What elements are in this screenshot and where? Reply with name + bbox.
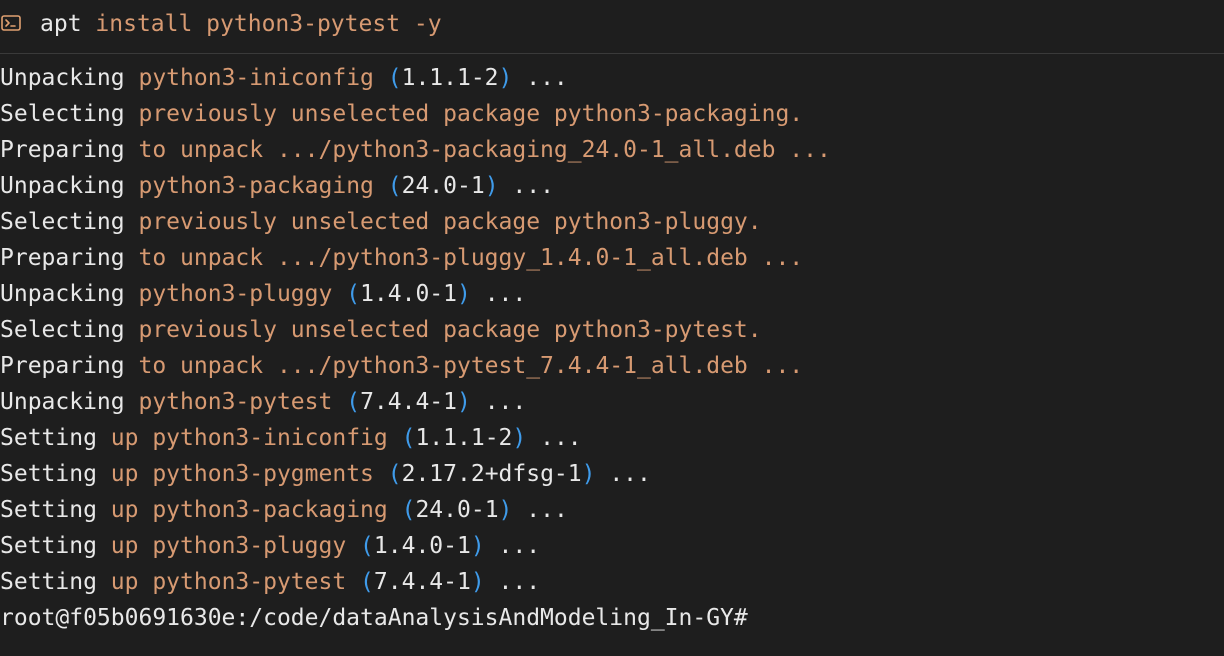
line-paren-close: ) (457, 281, 471, 307)
line-paren-close: ) (484, 173, 499, 199)
line-paren-open: ( (387, 461, 402, 487)
line-text: to unpack .../python3-pytest_7.4.4-1_all… (138, 353, 804, 379)
output-line: Selecting previously unselected package … (0, 96, 1224, 132)
line-tail: ... (512, 65, 568, 91)
output-line: Selecting previously unselected package … (0, 312, 1224, 348)
line-text: up python3-packaging (110, 497, 402, 523)
output-line: Preparing to unpack .../python3-packagin… (0, 132, 1224, 168)
line-paren-close: ) (581, 461, 596, 487)
line-text: python3-packaging (138, 173, 388, 199)
line-paren-close: ) (470, 569, 485, 595)
line-paren-open: ( (360, 569, 374, 595)
line-tail: ... (484, 533, 541, 559)
line-command: Setting (0, 569, 97, 595)
command-header: apt install python3-pytest -y (0, 0, 1224, 54)
output-line: Setting up python3-packaging (24.0-1) ..… (0, 492, 1224, 528)
line-version: 2.17.2+dfsg-1 (401, 461, 582, 487)
line-version: 1.4.0-1 (360, 281, 457, 307)
shell-prompt[interactable]: root@f05b0691630e:/code/dataAnalysisAndM… (0, 600, 1224, 636)
line-text: up python3-pygments (110, 461, 388, 487)
line-paren-close: ) (498, 65, 513, 91)
output-line: Unpacking python3-pytest (7.4.4-1) ... (0, 384, 1224, 420)
line-command: Preparing (0, 245, 125, 271)
line-command: Preparing (0, 137, 125, 163)
line-paren-close: ) (457, 389, 471, 415)
line-command: Selecting (0, 209, 125, 235)
line-command: Selecting (0, 101, 125, 127)
line-tail: ... (595, 461, 651, 487)
line-paren-open: ( (401, 425, 416, 451)
line-text: to unpack .../python3-pluggy_1.4.0-1_all… (138, 245, 804, 271)
line-paren-close: ) (512, 425, 527, 451)
line-text: up python3-pluggy (110, 533, 361, 559)
line-text: up python3-iniconfig (110, 425, 402, 451)
output-line: Preparing to unpack .../python3-pytest_7… (0, 348, 1224, 384)
line-text: python3-pluggy (138, 281, 347, 307)
terminal-output: Unpacking python3-iniconfig (1.1.1-2) ..… (0, 60, 1224, 636)
line-text: python3-pytest (138, 389, 347, 415)
line-command: Setting (0, 497, 97, 523)
output-line: Unpacking python3-iniconfig (1.1.1-2) ..… (0, 60, 1224, 96)
line-version: 24.0-1 (415, 497, 499, 523)
line-command: Setting (0, 461, 97, 487)
output-line: Selecting previously unselected package … (0, 204, 1224, 240)
line-command: Unpacking (0, 65, 125, 91)
line-tail: ... (526, 425, 582, 451)
line-tail: ... (470, 389, 527, 415)
output-line: Setting up python3-pytest (7.4.4-1) ... (0, 564, 1224, 600)
command-line: apt install python3-pytest -y (40, 8, 442, 40)
line-version: 1.4.0-1 (373, 533, 471, 559)
line-text: previously unselected package python3-pl… (138, 209, 762, 235)
command-name: apt (40, 11, 82, 37)
line-command: Selecting (0, 317, 125, 343)
line-text: previously unselected package python3-pa… (138, 101, 804, 127)
line-version: 1.1.1-2 (415, 425, 513, 451)
line-version: 7.4.4-1 (373, 569, 471, 595)
line-paren-open: ( (346, 281, 361, 307)
line-paren-open: ( (360, 533, 374, 559)
output-line: Preparing to unpack .../python3-pluggy_1… (0, 240, 1224, 276)
line-text: python3-iniconfig (138, 65, 388, 91)
line-tail: ... (512, 497, 568, 523)
output-line: Setting up python3-pluggy (1.4.0-1) ... (0, 528, 1224, 564)
line-text: to unpack .../python3-packaging_24.0-1_a… (138, 137, 831, 163)
line-command: Preparing (0, 353, 125, 379)
line-tail: ... (484, 569, 541, 595)
line-command: Setting (0, 425, 97, 451)
output-line: Setting up python3-pygments (2.17.2+dfsg… (0, 456, 1224, 492)
line-command: Unpacking (0, 389, 125, 415)
line-paren-open: ( (387, 65, 402, 91)
line-paren-close: ) (470, 533, 485, 559)
line-text: up python3-pytest (110, 569, 361, 595)
line-tail: ... (470, 281, 527, 307)
output-line: Setting up python3-iniconfig (1.1.1-2) .… (0, 420, 1224, 456)
line-paren-close: ) (498, 497, 513, 523)
line-command: Unpacking (0, 281, 125, 307)
line-tail: ... (498, 173, 554, 199)
line-paren-open: ( (401, 497, 416, 523)
line-command: Unpacking (0, 173, 125, 199)
line-paren-open: ( (387, 173, 402, 199)
command-args: install python3-pytest -y (95, 11, 442, 37)
output-line: Unpacking python3-packaging (24.0-1) ... (0, 168, 1224, 204)
line-paren-open: ( (346, 389, 361, 415)
line-command: Setting (0, 533, 97, 559)
line-text: previously unselected package python3-py… (138, 317, 762, 343)
terminal-icon (1, 15, 21, 31)
line-version: 24.0-1 (401, 173, 485, 199)
line-version: 1.1.1-2 (401, 65, 499, 91)
line-version: 7.4.4-1 (360, 389, 457, 415)
output-line: Unpacking python3-pluggy (1.4.0-1) ... (0, 276, 1224, 312)
